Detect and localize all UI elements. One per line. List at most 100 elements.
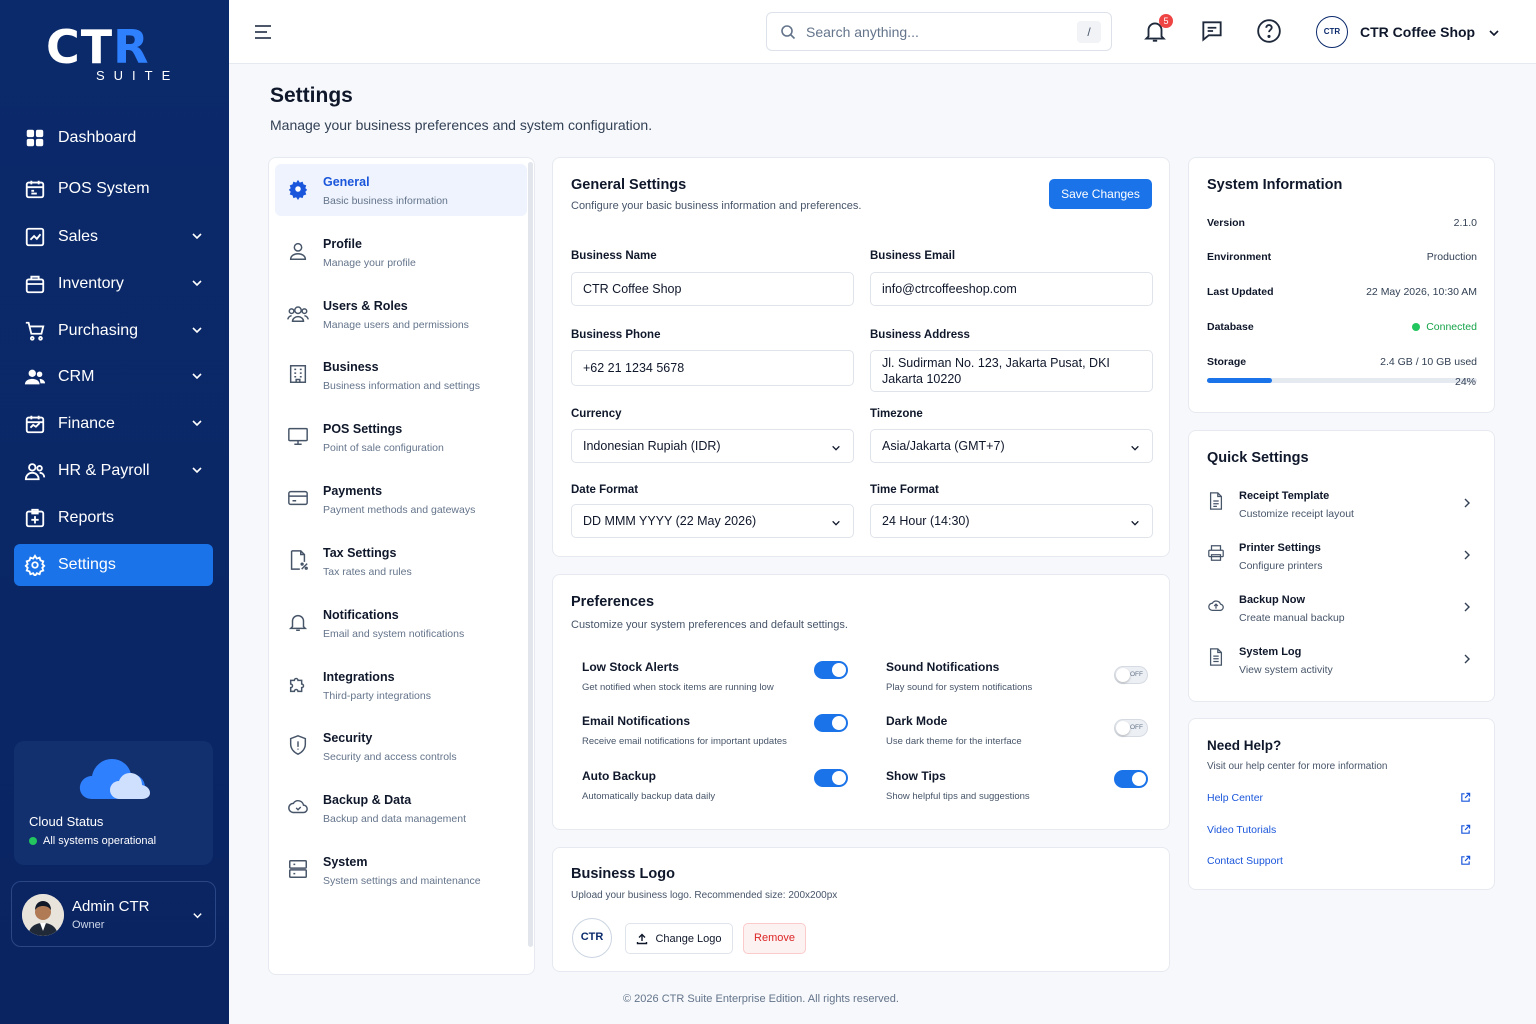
- status-dot: [1412, 323, 1421, 331]
- printer-icon: [1208, 545, 1224, 561]
- hr-icon: [24, 463, 46, 481]
- contact-support-link[interactable]: Contact Support: [1207, 855, 1477, 867]
- settings-menu-general[interactable]: General Basic business information: [275, 164, 527, 216]
- chevron-down-icon: [192, 280, 202, 287]
- cart-icon: [25, 321, 45, 341]
- business-email-field[interactable]: info@ctrcoffeeshop.com: [870, 272, 1153, 306]
- pref-low-stock-alerts: Low Stock Alerts Get notified when stock…: [582, 660, 774, 693]
- menu-title: General: [323, 175, 370, 189]
- menu-subtitle: Backup and data management: [323, 813, 467, 825]
- info-key: Storage: [1207, 356, 1247, 368]
- quick-setting-receipt-template[interactable]: Receipt Template Customize receipt layou…: [1207, 490, 1477, 534]
- nav-label: Purchasing: [58, 322, 139, 339]
- settings-menu-backup-data[interactable]: Backup & Data Backup and data management: [275, 782, 527, 834]
- notification-badge: 5: [1159, 14, 1173, 28]
- settings-menu-payments[interactable]: Payments Payment methods and gateways: [275, 473, 527, 525]
- menu-subtitle: Tax rates and rules: [323, 566, 412, 578]
- pos-icon: [25, 180, 45, 199]
- field-value: +62 21 1234 5678: [583, 361, 685, 375]
- nav-settings[interactable]: Settings: [14, 544, 213, 586]
- nav-crm[interactable]: CRM: [14, 356, 213, 398]
- shield-icon: [289, 735, 307, 755]
- toggle-off-label: OFF: [1130, 671, 1143, 678]
- business-logo-card: Business Logo Upload your business logo.…: [552, 847, 1170, 972]
- change-logo-label: Change Logo: [655, 932, 722, 945]
- quick-setting-backup-now[interactable]: Backup Now Create manual backup: [1207, 594, 1477, 638]
- video-tutorials-link[interactable]: Video Tutorials: [1207, 824, 1477, 836]
- dark-mode-toggle[interactable]: OFF: [1114, 719, 1148, 737]
- quick-settings-card: Quick Settings Receipt Template Customiz…: [1188, 430, 1495, 702]
- chevron-down-icon[interactable]: [1488, 27, 1500, 39]
- help-icon[interactable]: [1256, 18, 1282, 44]
- nav-reports[interactable]: Reports: [14, 497, 213, 539]
- time-format-select[interactable]: 24 Hour (14:30): [870, 504, 1153, 538]
- menu-subtitle: System settings and maintenance: [323, 875, 481, 887]
- nav-sales[interactable]: Sales: [14, 216, 213, 258]
- nav-hr-payroll[interactable]: HR & Payroll: [14, 450, 213, 492]
- settings-menu-business[interactable]: Business Business information and settin…: [275, 349, 527, 401]
- nav-label: Finance: [58, 415, 115, 432]
- scrollbar[interactable]: [528, 162, 533, 947]
- date-format-select[interactable]: DD MMM YYYY (22 May 2026): [571, 504, 854, 538]
- search-input[interactable]: Search anything... /: [766, 12, 1112, 51]
- save-button[interactable]: Save Changes: [1049, 179, 1152, 209]
- users-icon: [287, 306, 309, 322]
- pref-title: Sound Notifications: [886, 660, 1000, 674]
- business-address-field[interactable]: Jl. Sudirman No. 123, Jakarta Pusat, DKI…: [870, 350, 1153, 392]
- nav-pos-system[interactable]: POS System: [14, 168, 213, 210]
- nav-inventory[interactable]: Inventory: [14, 263, 213, 305]
- general-settings-card: General Settings Configure your basic bu…: [552, 157, 1170, 557]
- chevron-down-icon: [1131, 445, 1139, 451]
- settings-menu-security[interactable]: Security Security and access controls: [275, 720, 527, 772]
- menu-icon[interactable]: [253, 24, 273, 40]
- email-notifications-toggle[interactable]: [814, 714, 848, 732]
- nav-dashboard[interactable]: Dashboard: [14, 117, 213, 159]
- sales-icon: [25, 227, 45, 247]
- settings-menu-notifications[interactable]: Notifications Email and system notificat…: [275, 597, 527, 649]
- auto-backup-toggle[interactable]: [814, 769, 848, 787]
- sound-notifications-toggle[interactable]: OFF: [1114, 666, 1148, 684]
- quick-setting-subtitle: Customize receipt layout: [1239, 508, 1354, 520]
- shop-name[interactable]: CTR Coffee Shop: [1360, 24, 1475, 40]
- info-key: Environment: [1207, 251, 1272, 263]
- settings-menu-integrations[interactable]: Integrations Third-party integrations: [275, 659, 527, 711]
- message-icon[interactable]: [1199, 18, 1225, 44]
- info-value: Connected: [1426, 321, 1477, 333]
- menu-title: Tax Settings: [323, 546, 397, 560]
- show-tips-toggle[interactable]: [1114, 770, 1148, 788]
- card-subtitle: Configure your basic business informatio…: [571, 200, 862, 212]
- quick-setting-printer-settings[interactable]: Printer Settings Configure printers: [1207, 542, 1477, 586]
- field-label: Business Name: [571, 250, 657, 262]
- timezone-select[interactable]: Asia/Jakarta (GMT+7): [870, 429, 1153, 463]
- quick-setting-system-log[interactable]: System Log View system activity: [1207, 646, 1477, 690]
- low-stock-alerts-toggle[interactable]: [814, 661, 848, 679]
- nav-finance[interactable]: Finance: [14, 403, 213, 445]
- brand-logo[interactable]: CTR SUITE: [46, 24, 186, 83]
- settings-menu-pos-settings[interactable]: POS Settings Point of sale configuration: [275, 411, 527, 463]
- menu-title: POS Settings: [323, 422, 403, 436]
- settings-menu-system[interactable]: System System settings and maintenance: [275, 844, 527, 896]
- settings-menu-users-roles[interactable]: Users & Roles Manage users and permissio…: [275, 288, 527, 340]
- help-center-link[interactable]: Help Center: [1207, 792, 1477, 804]
- inventory-icon: [25, 275, 45, 294]
- settings-menu-tax-settings[interactable]: Tax Settings Tax rates and rules: [275, 535, 527, 587]
- quick-setting-subtitle: Create manual backup: [1239, 612, 1345, 624]
- quick-setting-subtitle: View system activity: [1239, 664, 1333, 676]
- link-label: Video Tutorials: [1207, 824, 1277, 836]
- remove-logo-button[interactable]: Remove: [743, 923, 806, 954]
- change-logo-button[interactable]: Change Logo: [625, 923, 733, 954]
- business-phone-field[interactable]: +62 21 1234 5678: [571, 350, 854, 386]
- pref-dark-mode: Dark Mode Use dark theme for the interfa…: [886, 714, 1022, 747]
- search-icon: [781, 24, 796, 39]
- shop-logo: CTR: [1316, 16, 1348, 48]
- settings-menu-profile[interactable]: Profile Manage your profile: [275, 226, 527, 278]
- pref-subtitle: Automatically backup data daily: [582, 791, 716, 802]
- currency-select[interactable]: Indonesian Rupiah (IDR): [571, 429, 854, 463]
- external-link-icon: [1461, 855, 1471, 865]
- nav-purchasing[interactable]: Purchasing: [14, 310, 213, 352]
- users-icon: [24, 369, 46, 385]
- business-name-field[interactable]: CTR Coffee Shop: [571, 272, 854, 306]
- card-title: Preferences: [571, 594, 655, 610]
- external-link-icon: [1461, 824, 1471, 834]
- user-menu[interactable]: Admin CTR Owner: [11, 881, 216, 947]
